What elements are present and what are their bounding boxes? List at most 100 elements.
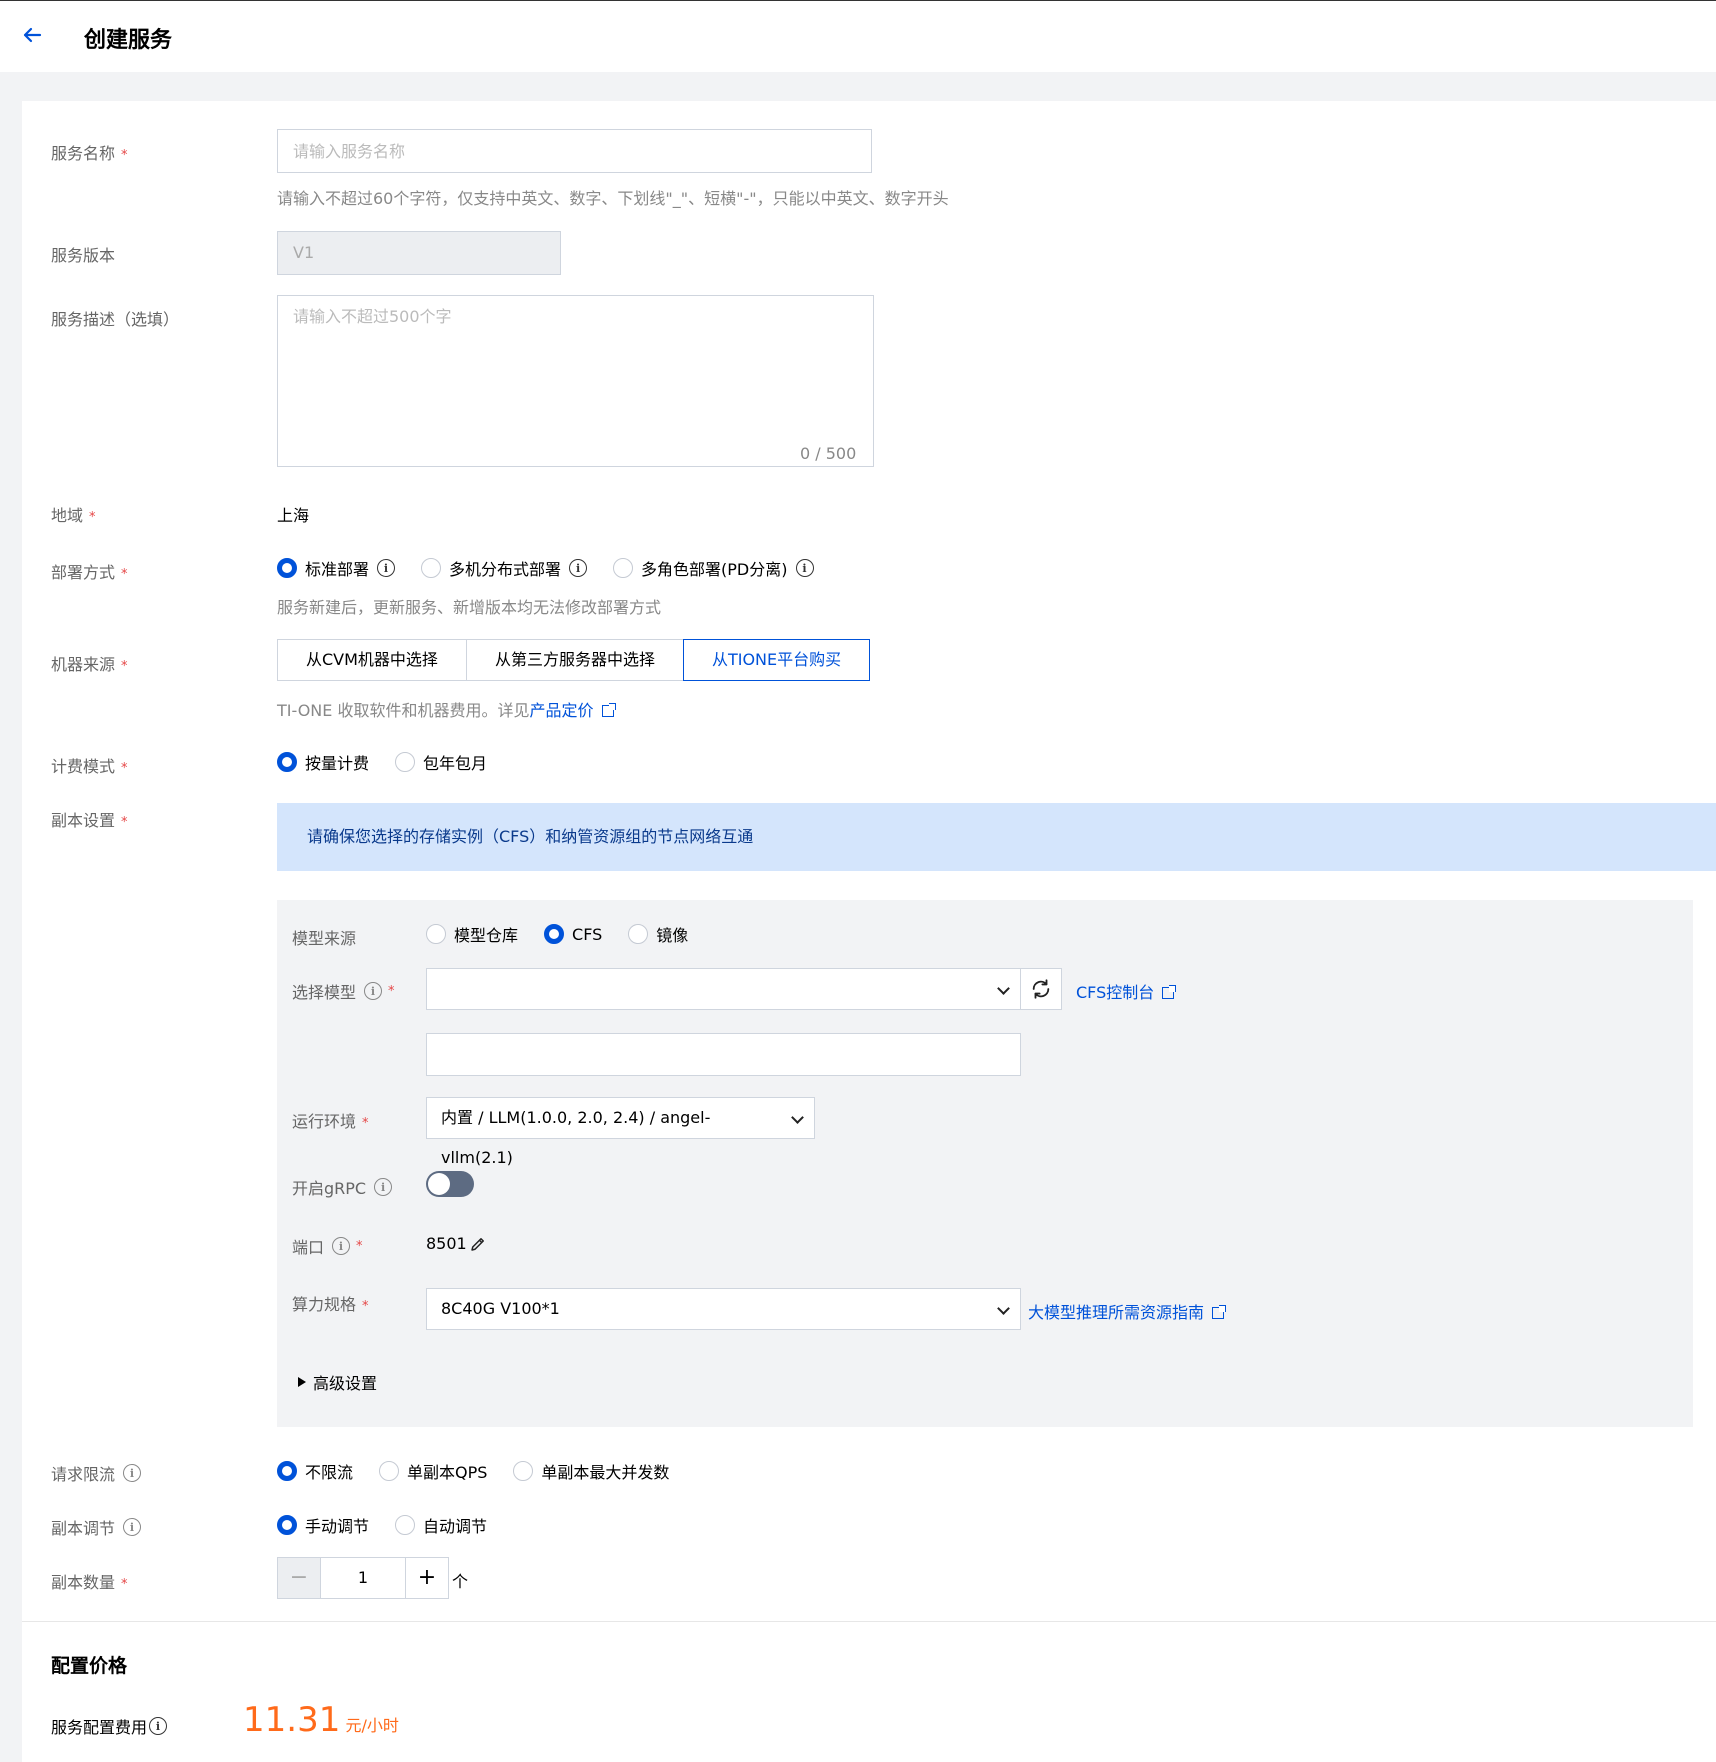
model-source-label: 模型来源 — [292, 929, 357, 948]
chevron-down-icon — [997, 982, 1010, 995]
radio-checked-icon — [277, 752, 297, 772]
radio-unchecked-icon — [628, 924, 649, 944]
info-icon[interactable]: i — [123, 1464, 142, 1482]
chevron-down-icon — [791, 1111, 804, 1124]
machine-source-tione[interactable]: 从TIONE平台购买 — [682, 639, 871, 681]
radio-unchecked-icon — [379, 1461, 400, 1481]
price-value: 11.31 — [243, 1700, 341, 1740]
billing-mode-group: 按量计费 包年包月 — [277, 750, 513, 774]
replica-adjust-label: 副本调节 i — [51, 1515, 142, 1539]
machine-source-hint: TI-ONE 收取软件和机器费用。详见产品定价 — [277, 697, 616, 721]
region-label: 地域 * — [51, 506, 96, 525]
page-title: 创建服务 — [84, 28, 173, 53]
rate-limit-label: 请求限流 i — [51, 1461, 142, 1485]
replica-count-stepper: − 1 + — [277, 1557, 449, 1599]
service-name-label: 服务名称 * — [51, 144, 128, 163]
chevron-down-icon — [997, 1302, 1010, 1315]
machine-source-segmented: 从CVM机器中选择 从第三方服务器中选择 从TIONE平台购买 — [277, 639, 871, 681]
replica-adjust-group: 手动调节 自动调节 — [277, 1513, 513, 1537]
grpc-toggle[interactable] — [426, 1171, 474, 1197]
resource-guide-link[interactable]: 大模型推理所需资源指南 — [1028, 1303, 1204, 1322]
service-version-label: 服务版本 — [51, 246, 116, 265]
service-desc-counter: 0 / 500 — [800, 444, 857, 463]
radio-checked-icon — [277, 558, 297, 578]
machine-source-label: 机器来源 * — [51, 655, 128, 674]
info-icon[interactable]: i — [377, 559, 396, 577]
network-notice-banner: 请确保您选择的存储实例（CFS）和纳管资源组的节点网络互通 — [277, 803, 1716, 871]
model-source-repo[interactable]: 模型仓库 — [426, 922, 518, 946]
cfs-console-link[interactable]: CFS控制台 — [1076, 983, 1154, 1002]
select-model-label: 选择模型 i * — [292, 982, 395, 1002]
model-source-group: 模型仓库 CFS 镜像 — [426, 922, 714, 946]
rate-limit-none[interactable]: 不限流 — [277, 1459, 353, 1483]
compute-spec-dropdown[interactable]: 8C40G V100*1 — [426, 1288, 1021, 1330]
radio-checked-icon — [544, 924, 565, 944]
external-link-icon — [601, 703, 616, 717]
compute-spec-label: 算力规格 * — [292, 1295, 369, 1314]
rate-limit-concurrency[interactable]: 单副本最大并发数 — [513, 1459, 669, 1483]
service-name-input[interactable] — [277, 129, 872, 173]
rate-limit-qps[interactable]: 单副本QPS — [379, 1459, 487, 1483]
toggle-knob — [428, 1173, 450, 1195]
billing-mode-monthly[interactable]: 包年包月 — [395, 750, 487, 774]
model-source-image[interactable]: 镜像 — [628, 922, 688, 946]
decrement-button[interactable]: − — [277, 1557, 321, 1599]
port-label: 端口 i * — [292, 1237, 363, 1257]
select-model-dropdown[interactable] — [426, 968, 1021, 1010]
back-arrow-icon[interactable] — [20, 23, 44, 47]
refresh-button[interactable] — [1020, 968, 1062, 1010]
service-version-field: V1 — [277, 231, 561, 275]
replica-count-value[interactable]: 1 — [321, 1557, 405, 1599]
info-icon[interactable]: i — [332, 1237, 351, 1255]
info-icon[interactable]: i — [364, 982, 383, 1000]
port-value: 8501 — [426, 1234, 467, 1253]
billing-mode-pay-as-you-go[interactable]: 按量计费 — [277, 750, 369, 774]
refresh-icon — [1032, 979, 1050, 999]
price-display: 11.31 元/小时 — [243, 1700, 399, 1740]
deploy-mode-group: 标准部署 i 多机分布式部署 i 多角色部署(PD分离) i — [277, 556, 840, 580]
replica-adjust-manual[interactable]: 手动调节 — [277, 1513, 369, 1537]
model-path-field[interactable] — [426, 1033, 1021, 1076]
increment-button[interactable]: + — [405, 1557, 449, 1599]
radio-unchecked-icon — [426, 924, 446, 944]
radio-unchecked-icon — [513, 1461, 534, 1481]
deploy-mode-multi-role[interactable]: 多角色部署(PD分离) i — [613, 556, 814, 580]
cfs-console-link-wrap: CFS控制台 — [1076, 979, 1177, 1003]
external-link-icon — [1162, 985, 1177, 999]
radio-checked-icon — [277, 1461, 297, 1481]
machine-source-third-party[interactable]: 从第三方服务器中选择 — [465, 639, 684, 681]
replica-adjust-auto[interactable]: 自动调节 — [395, 1513, 487, 1537]
info-icon[interactable]: i — [123, 1518, 142, 1536]
deploy-mode-hint: 服务新建后，更新服务、新增版本均无法修改部署方式 — [277, 598, 662, 617]
port-value-wrap: 8501 — [426, 1234, 487, 1253]
info-icon[interactable]: i — [569, 559, 588, 577]
replica-settings-label: 副本设置 * — [51, 811, 128, 830]
info-icon[interactable]: i — [149, 1717, 168, 1735]
radio-unchecked-icon — [395, 752, 416, 772]
runtime-label: 运行环境 * — [292, 1112, 369, 1131]
price-unit: 元/小时 — [345, 1716, 399, 1735]
machine-source-cvm[interactable]: 从CVM机器中选择 — [277, 639, 467, 681]
grpc-label: 开启gRPC i — [292, 1175, 393, 1199]
resource-guide-link-wrap: 大模型推理所需资源指南 — [1028, 1299, 1227, 1323]
edit-icon[interactable] — [469, 1235, 487, 1253]
pricing-card — [22, 1621, 1716, 1762]
service-desc-textarea[interactable] — [277, 295, 874, 467]
advanced-settings-toggle[interactable]: 高级设置 — [297, 1370, 377, 1394]
product-pricing-link[interactable]: 产品定价 — [529, 701, 593, 720]
rate-limit-group: 不限流 单副本QPS 单副本最大并发数 — [277, 1459, 695, 1483]
service-name-hint: 请输入不超过60个字符，仅支持中英文、数字、下划线"_"、短横"-"，只能以中英… — [277, 189, 949, 208]
info-icon[interactable]: i — [374, 1178, 393, 1196]
model-source-cfs[interactable]: CFS — [544, 924, 602, 944]
deploy-mode-distributed[interactable]: 多机分布式部署 i — [421, 556, 588, 580]
service-fee-label: 服务配置费用 i — [51, 1714, 168, 1738]
pricing-title: 配置价格 — [51, 1655, 128, 1677]
info-icon[interactable]: i — [795, 559, 814, 577]
deploy-mode-standard[interactable]: 标准部署 i — [277, 556, 396, 580]
caret-right-icon — [298, 1377, 306, 1387]
replica-count-unit: 个 — [452, 1572, 469, 1591]
billing-mode-label: 计费模式 * — [51, 757, 128, 776]
radio-unchecked-icon — [613, 558, 634, 578]
runtime-dropdown[interactable]: 内置 / LLM(1.0.0, 2.0, 2.4) / angel-vllm(2… — [426, 1097, 815, 1167]
deploy-mode-label: 部署方式 * — [51, 563, 128, 582]
